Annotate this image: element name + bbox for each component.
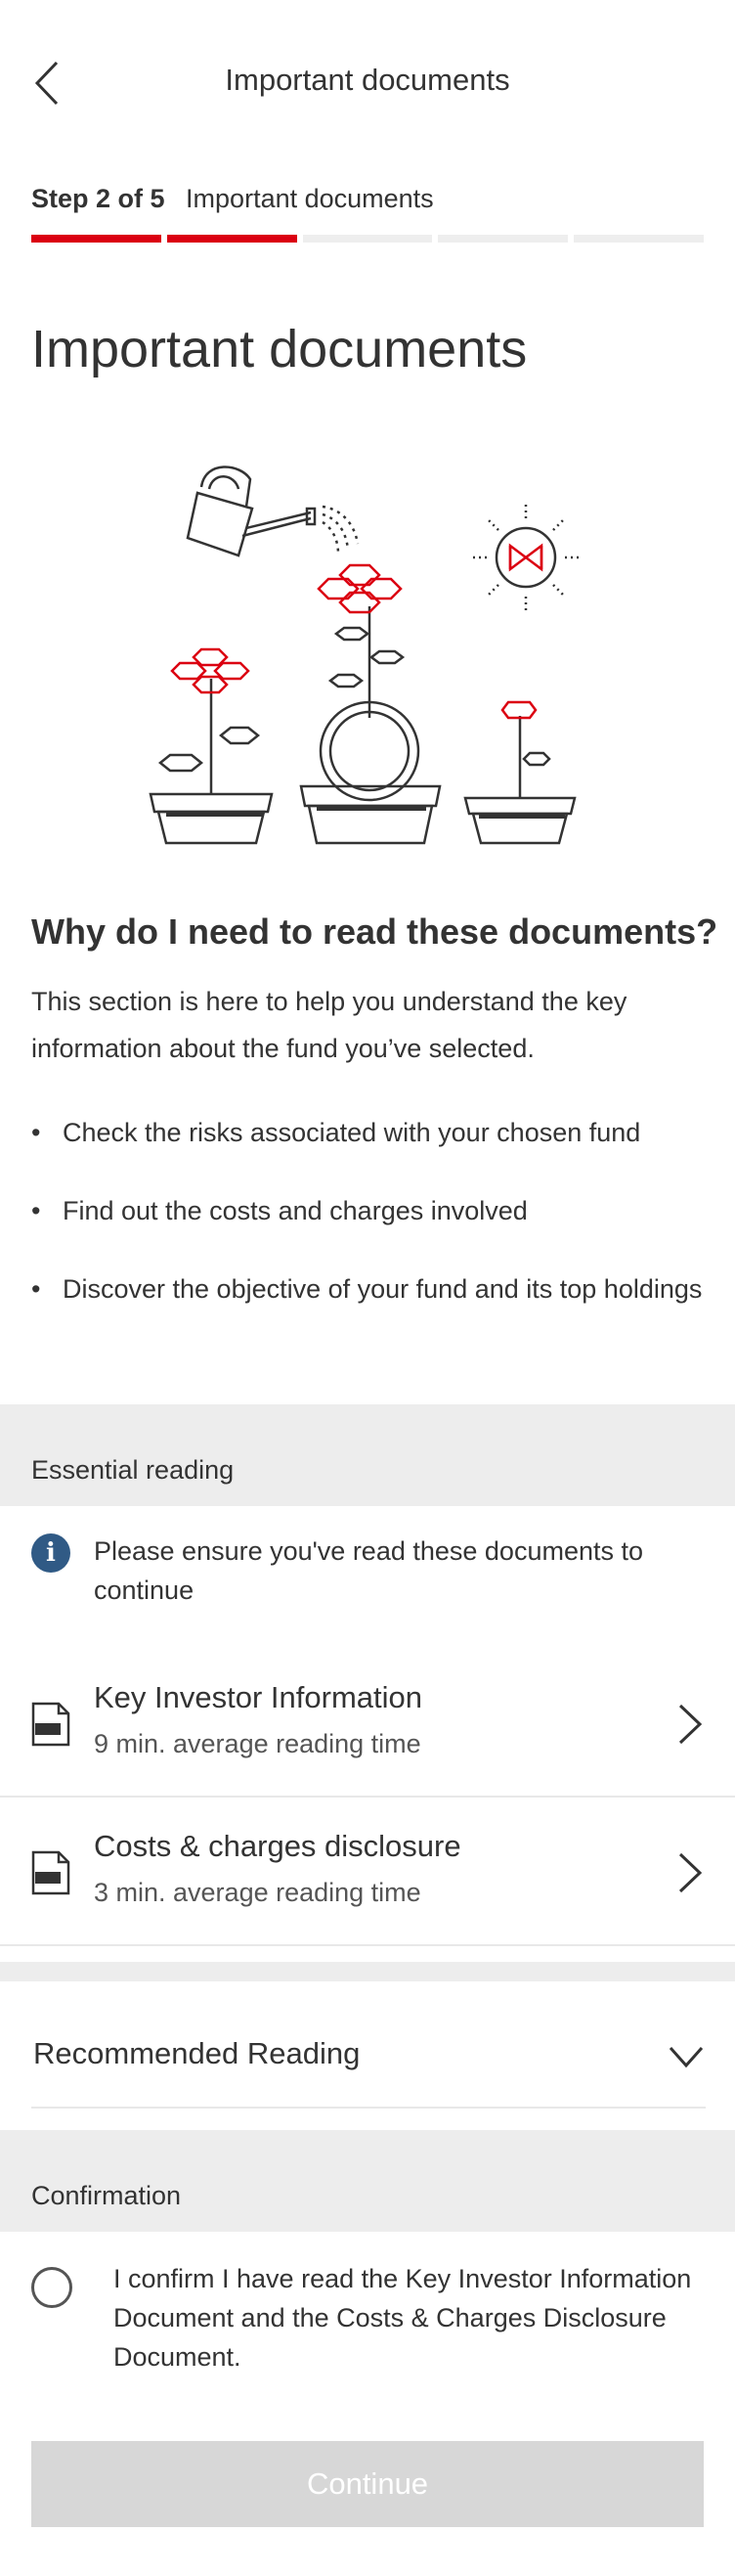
info-notice: i Please ensure you've read these docume… (31, 1532, 706, 1610)
progress-bar (31, 235, 704, 243)
bullet-item: Check the risks associated with your cho… (31, 1113, 706, 1152)
essential-reading-label: Essential reading (31, 1455, 235, 1485)
progress-segment (31, 235, 161, 243)
watering-can-icon (186, 466, 317, 557)
step-name: Important documents (186, 184, 434, 213)
progress-segment (438, 235, 569, 243)
progress-segment (302, 235, 433, 243)
progress-segment (166, 235, 297, 243)
bullet-list: Check the risks associated with your cho… (31, 1113, 706, 1348)
page-title: Important documents (31, 320, 528, 378)
why-heading: Why do I need to read these documents? (31, 911, 718, 952)
bullet-item: Find out the costs and charges involved (31, 1191, 706, 1230)
recommended-reading-toggle[interactable]: Recommended Reading (31, 2011, 706, 2109)
essential-reading-header: Essential reading (0, 1404, 735, 1506)
nav-bar: Important documents (0, 0, 735, 166)
doc-reading-time: 9 min. average reading time (94, 1729, 421, 1758)
doc-title: Key Investor Information (94, 1680, 422, 1714)
doc-reading-time: 3 min. average reading time (94, 1878, 421, 1907)
growing-plants-illustration (149, 466, 581, 845)
confirmation-header: Confirmation (0, 2130, 735, 2232)
info-text: Please ensure you've read these document… (94, 1536, 644, 1605)
chevron-right-icon (678, 1704, 703, 1745)
confirmation-text: I confirm I have read the Key Investor I… (113, 2264, 692, 2372)
why-body: This section is here to help you underst… (31, 987, 627, 1063)
nav-title: Important documents (225, 63, 510, 97)
bullet-item: Discover the objective of your fund and … (31, 1269, 706, 1309)
confirm-radio[interactable] (31, 2267, 72, 2308)
doc-row-key-investor-information[interactable]: Key Investor Information 9 min. average … (0, 1651, 735, 1798)
doc-title: Costs & charges disclosure (94, 1829, 461, 1863)
info-icon: i (31, 1533, 70, 1573)
step-indicator: Step 2 of 5 Important documents (31, 184, 434, 214)
pdf-file-icon (31, 1702, 70, 1747)
step-label: Step 2 of 5 (31, 184, 165, 213)
doc-row-costs-charges-disclosure[interactable]: Costs & charges disclosure 3 min. averag… (0, 1799, 735, 1946)
pdf-file-icon (31, 1850, 70, 1895)
progress-segment (574, 235, 704, 243)
confirmation-row: I confirm I have read the Key Investor I… (31, 2259, 715, 2376)
chevron-down-icon (669, 2047, 704, 2068)
recommended-reading-label: Recommended Reading (33, 2036, 361, 2070)
sun-icon (471, 503, 581, 612)
chevron-right-icon (678, 1852, 703, 1893)
section-divider (0, 1962, 735, 1981)
confirmation-label: Confirmation (31, 2181, 182, 2210)
continue-button[interactable]: Continue (31, 2441, 704, 2527)
